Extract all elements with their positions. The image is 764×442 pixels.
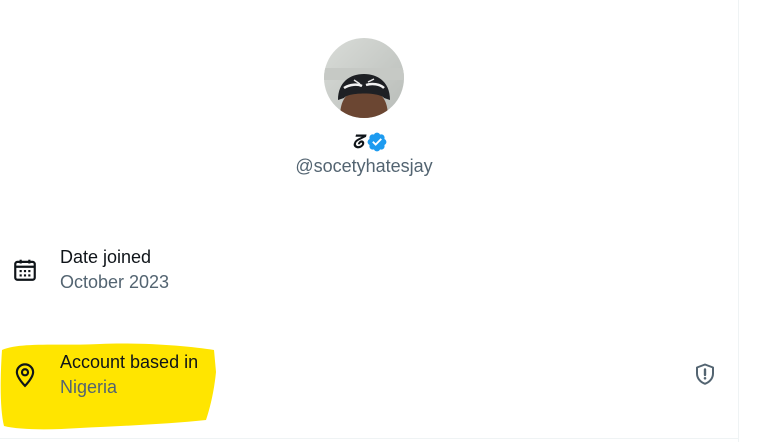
panel-right-border xyxy=(738,0,739,442)
date-joined-label: Date joined xyxy=(60,247,152,267)
account-based-in-label: Account based in xyxy=(60,352,199,372)
location-pin-icon xyxy=(15,363,35,388)
avatar[interactable] xyxy=(324,38,404,118)
display-name: ᘔ xyxy=(352,131,364,153)
shield-alert-icon[interactable] xyxy=(693,362,717,386)
display-name-row: ᘔ xyxy=(0,130,738,154)
calendar-icon xyxy=(14,259,36,281)
date-joined-value: October 2023 xyxy=(60,272,170,292)
verified-badge-icon[interactable] xyxy=(366,131,388,153)
username-handle: @socetyhatesjay xyxy=(295,156,433,176)
account-based-in-value: Nigeria xyxy=(60,377,118,397)
about-account-panel: ᘔ @socetyhatesjay Date joined October 20… xyxy=(0,0,764,442)
